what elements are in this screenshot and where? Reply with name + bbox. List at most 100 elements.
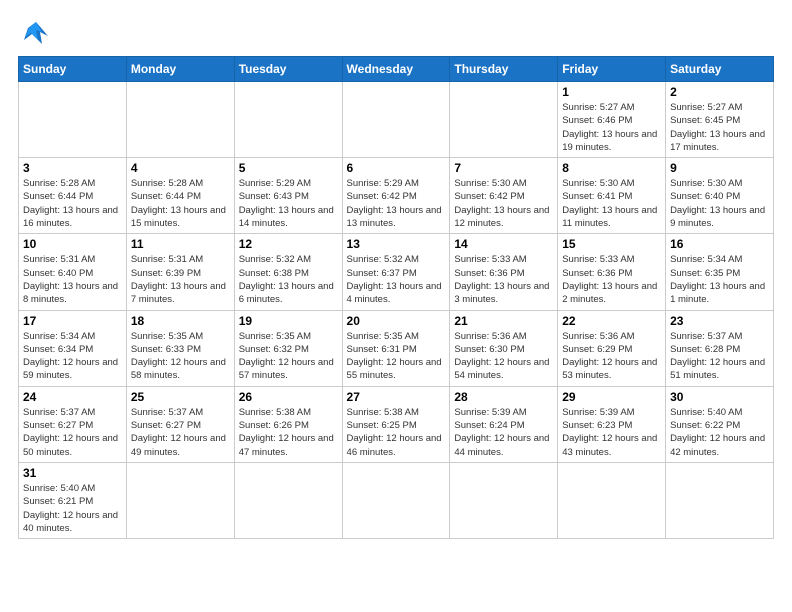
calendar-body: 1 Sunrise: 5:27 AM Sunset: 6:46 PM Daylig… xyxy=(19,82,774,539)
day-info: Sunrise: 5:36 AM Sunset: 6:29 PM Dayligh… xyxy=(562,330,661,383)
day-cell xyxy=(450,462,558,538)
day-number: 26 xyxy=(239,390,338,404)
day-cell: 28 Sunrise: 5:39 AM Sunset: 6:24 PM Dayli… xyxy=(450,386,558,462)
day-number: 21 xyxy=(454,314,553,328)
day-info: Sunrise: 5:37 AM Sunset: 6:27 PM Dayligh… xyxy=(23,406,122,459)
header-area xyxy=(18,18,774,48)
day-info: Sunrise: 5:34 AM Sunset: 6:34 PM Dayligh… xyxy=(23,330,122,383)
week-row-3: 10Sunrise: 5:31 AM Sunset: 6:40 PM Dayli… xyxy=(19,234,774,310)
day-number: 27 xyxy=(347,390,446,404)
day-cell: 15Sunrise: 5:33 AM Sunset: 6:36 PM Dayli… xyxy=(558,234,666,310)
calendar-header: SundayMondayTuesdayWednesdayThursdayFrid… xyxy=(19,57,774,82)
day-info: Sunrise: 5:38 AM Sunset: 6:25 PM Dayligh… xyxy=(347,406,446,459)
week-row-2: 3 Sunrise: 5:28 AM Sunset: 6:44 PM Daylig… xyxy=(19,158,774,234)
day-info: Sunrise: 5:39 AM Sunset: 6:24 PM Dayligh… xyxy=(454,406,553,459)
day-info: Sunrise: 5:37 AM Sunset: 6:27 PM Dayligh… xyxy=(131,406,230,459)
header-cell-saturday: Saturday xyxy=(666,57,774,82)
day-info: Sunrise: 5:35 AM Sunset: 6:31 PM Dayligh… xyxy=(347,330,446,383)
day-number: 28 xyxy=(454,390,553,404)
week-row-1: 1 Sunrise: 5:27 AM Sunset: 6:46 PM Daylig… xyxy=(19,82,774,158)
logo xyxy=(18,18,58,48)
day-cell: 17 Sunrise: 5:34 AM Sunset: 6:34 PM Dayli… xyxy=(19,310,127,386)
day-number: 14 xyxy=(454,237,553,251)
day-info: Sunrise: 5:38 AM Sunset: 6:26 PM Dayligh… xyxy=(239,406,338,459)
day-info: Sunrise: 5:27 AM Sunset: 6:46 PM Dayligh… xyxy=(562,101,661,154)
day-cell: 4 Sunrise: 5:28 AM Sunset: 6:44 PM Daylig… xyxy=(126,158,234,234)
day-cell: 30 Sunrise: 5:40 AM Sunset: 6:22 PM Dayli… xyxy=(666,386,774,462)
day-info: Sunrise: 5:34 AM Sunset: 6:35 PM Dayligh… xyxy=(670,253,769,306)
day-info: Sunrise: 5:30 AM Sunset: 6:40 PM Dayligh… xyxy=(670,177,769,230)
day-info: Sunrise: 5:39 AM Sunset: 6:23 PM Dayligh… xyxy=(562,406,661,459)
day-cell: 13Sunrise: 5:32 AM Sunset: 6:37 PM Dayli… xyxy=(342,234,450,310)
day-cell: 29 Sunrise: 5:39 AM Sunset: 6:23 PM Dayli… xyxy=(558,386,666,462)
header-cell-wednesday: Wednesday xyxy=(342,57,450,82)
day-cell: 25Sunrise: 5:37 AM Sunset: 6:27 PM Dayli… xyxy=(126,386,234,462)
day-info: Sunrise: 5:30 AM Sunset: 6:41 PM Dayligh… xyxy=(562,177,661,230)
day-info: Sunrise: 5:40 AM Sunset: 6:22 PM Dayligh… xyxy=(670,406,769,459)
day-number: 31 xyxy=(23,466,122,480)
day-cell: 10Sunrise: 5:31 AM Sunset: 6:40 PM Dayli… xyxy=(19,234,127,310)
day-number: 24 xyxy=(23,390,122,404)
day-cell: 3Sunrise: 5:28 AM Sunset: 6:44 PM Daylig… xyxy=(19,158,127,234)
day-cell xyxy=(666,462,774,538)
day-cell: 7Sunrise: 5:30 AM Sunset: 6:42 PM Daylig… xyxy=(450,158,558,234)
day-number: 2 xyxy=(670,85,769,99)
day-number: 3 xyxy=(23,161,122,175)
day-number: 12 xyxy=(239,237,338,251)
day-info: Sunrise: 5:27 AM Sunset: 6:45 PM Dayligh… xyxy=(670,101,769,154)
day-number: 1 xyxy=(562,85,661,99)
day-info: Sunrise: 5:35 AM Sunset: 6:32 PM Dayligh… xyxy=(239,330,338,383)
day-cell: 26 Sunrise: 5:38 AM Sunset: 6:26 PM Dayli… xyxy=(234,386,342,462)
day-number: 19 xyxy=(239,314,338,328)
day-number: 9 xyxy=(670,161,769,175)
day-number: 11 xyxy=(131,237,230,251)
day-cell: 16 Sunrise: 5:34 AM Sunset: 6:35 PM Dayli… xyxy=(666,234,774,310)
header-cell-sunday: Sunday xyxy=(19,57,127,82)
day-number: 13 xyxy=(347,237,446,251)
day-info: Sunrise: 5:31 AM Sunset: 6:40 PM Dayligh… xyxy=(23,253,122,306)
day-cell xyxy=(126,462,234,538)
day-number: 17 xyxy=(23,314,122,328)
day-number: 7 xyxy=(454,161,553,175)
day-cell: 23Sunrise: 5:37 AM Sunset: 6:28 PM Dayli… xyxy=(666,310,774,386)
day-number: 5 xyxy=(239,161,338,175)
day-cell: 8 Sunrise: 5:30 AM Sunset: 6:41 PM Daylig… xyxy=(558,158,666,234)
day-cell: 9 Sunrise: 5:30 AM Sunset: 6:40 PM Daylig… xyxy=(666,158,774,234)
day-number: 18 xyxy=(131,314,230,328)
day-cell: 14Sunrise: 5:33 AM Sunset: 6:36 PM Dayli… xyxy=(450,234,558,310)
day-number: 30 xyxy=(670,390,769,404)
day-info: Sunrise: 5:29 AM Sunset: 6:43 PM Dayligh… xyxy=(239,177,338,230)
day-cell: 11Sunrise: 5:31 AM Sunset: 6:39 PM Dayli… xyxy=(126,234,234,310)
day-cell: 6 Sunrise: 5:29 AM Sunset: 6:42 PM Daylig… xyxy=(342,158,450,234)
day-cell: 1 Sunrise: 5:27 AM Sunset: 6:46 PM Daylig… xyxy=(558,82,666,158)
day-info: Sunrise: 5:29 AM Sunset: 6:42 PM Dayligh… xyxy=(347,177,446,230)
week-row-6: 31 Sunrise: 5:40 AM Sunset: 6:21 PM Dayli… xyxy=(19,462,774,538)
day-number: 8 xyxy=(562,161,661,175)
week-row-4: 17 Sunrise: 5:34 AM Sunset: 6:34 PM Dayli… xyxy=(19,310,774,386)
day-cell xyxy=(19,82,127,158)
day-cell: 5 Sunrise: 5:29 AM Sunset: 6:43 PM Daylig… xyxy=(234,158,342,234)
page: SundayMondayTuesdayWednesdayThursdayFrid… xyxy=(0,0,792,612)
day-number: 6 xyxy=(347,161,446,175)
day-info: Sunrise: 5:32 AM Sunset: 6:38 PM Dayligh… xyxy=(239,253,338,306)
day-cell xyxy=(126,82,234,158)
day-number: 29 xyxy=(562,390,661,404)
day-cell xyxy=(558,462,666,538)
day-info: Sunrise: 5:40 AM Sunset: 6:21 PM Dayligh… xyxy=(23,482,122,535)
day-info: Sunrise: 5:28 AM Sunset: 6:44 PM Dayligh… xyxy=(131,177,230,230)
day-cell: 24 Sunrise: 5:37 AM Sunset: 6:27 PM Dayli… xyxy=(19,386,127,462)
day-cell: 18Sunrise: 5:35 AM Sunset: 6:33 PM Dayli… xyxy=(126,310,234,386)
header-cell-friday: Friday xyxy=(558,57,666,82)
day-cell: 12 Sunrise: 5:32 AM Sunset: 6:38 PM Dayli… xyxy=(234,234,342,310)
header-cell-monday: Monday xyxy=(126,57,234,82)
day-cell: 21Sunrise: 5:36 AM Sunset: 6:30 PM Dayli… xyxy=(450,310,558,386)
day-number: 20 xyxy=(347,314,446,328)
day-cell xyxy=(342,462,450,538)
day-info: Sunrise: 5:33 AM Sunset: 6:36 PM Dayligh… xyxy=(562,253,661,306)
day-cell: 31 Sunrise: 5:40 AM Sunset: 6:21 PM Dayli… xyxy=(19,462,127,538)
header-cell-tuesday: Tuesday xyxy=(234,57,342,82)
day-number: 4 xyxy=(131,161,230,175)
day-number: 22 xyxy=(562,314,661,328)
day-number: 16 xyxy=(670,237,769,251)
header-row: SundayMondayTuesdayWednesdayThursdayFrid… xyxy=(19,57,774,82)
